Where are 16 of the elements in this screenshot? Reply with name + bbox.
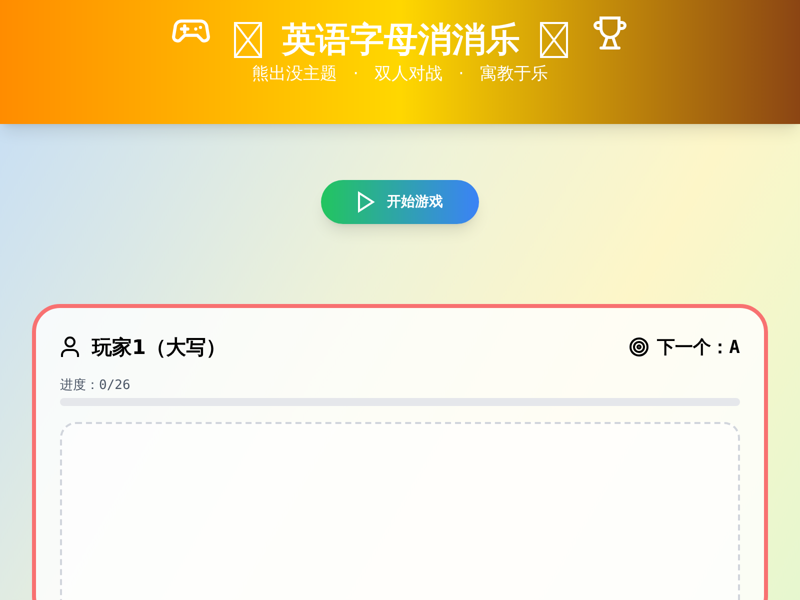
missing-glyph-icon (234, 22, 262, 58)
separator-dot: · (458, 63, 464, 86)
user-icon (60, 336, 80, 358)
start-game-button[interactable]: 开始游戏 (321, 180, 479, 224)
play-icon (357, 191, 375, 213)
progress-text: 进度：0/26 (60, 377, 130, 395)
subtitle-text: 熊出没主题 (252, 63, 338, 86)
next-letter-label: 下一个：A (657, 336, 740, 360)
separator-dot: · (353, 63, 358, 86)
subtitle-text: 双人对战 (374, 63, 442, 86)
target-icon (629, 337, 650, 357)
app-title: 英语字母消消乐 (282, 23, 520, 57)
player-title: 玩家1（大写） (92, 334, 226, 361)
missing-glyph-icon (540, 22, 568, 58)
trophy-icon (592, 14, 628, 52)
subtitle-text: 寓教于乐 (480, 63, 548, 86)
